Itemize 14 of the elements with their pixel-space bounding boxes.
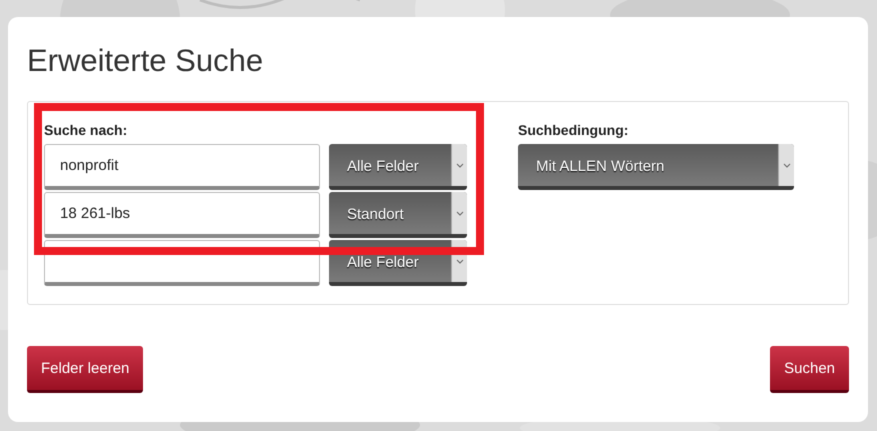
field-label: Suche nach: [44,122,128,138]
chevron-down-icon [456,258,464,264]
chevron-down-icon [456,210,464,216]
dropdown[interactable]: Standort [329,192,467,238]
input-field[interactable]: 18 261-lbs [44,192,320,238]
dropdown[interactable]: Alle Felder [329,144,467,190]
field-label: Suchbedingung: [518,122,628,138]
chevron-down-icon [456,162,464,168]
search-button[interactable]: Suchen [770,346,849,393]
page-title: Erweiterte Suche [27,42,264,80]
clear-button[interactable]: Felder leeren [27,346,144,393]
chevron-down-icon [782,162,790,168]
input-field[interactable]: nonprofit [44,144,320,190]
dropdown[interactable]: Mit ALLEN Wörtern [518,144,794,190]
